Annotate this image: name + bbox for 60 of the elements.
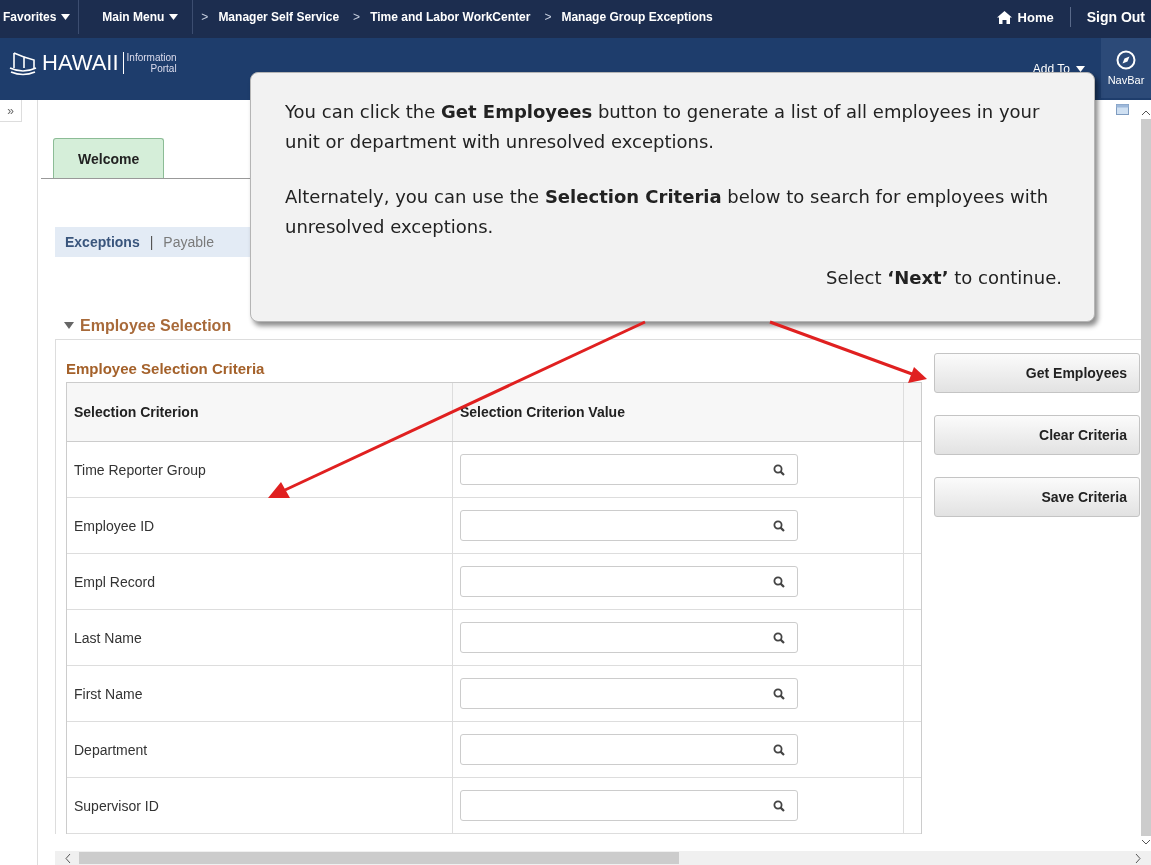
- search-icon: [773, 799, 785, 812]
- canoe-logo-icon: [8, 50, 38, 76]
- window-icon[interactable]: [1116, 104, 1129, 115]
- grid-title: Employee Selection Criteria: [66, 360, 266, 379]
- logo-subtitle: Information Portal: [122, 52, 177, 74]
- action-button[interactable]: Save Criteria: [934, 477, 1140, 517]
- breadcrumb-separator: >: [353, 10, 361, 24]
- section-header[interactable]: Employee Selection: [64, 317, 232, 335]
- menu-button[interactable]: Main Menu: [79, 0, 194, 34]
- scroll-up-icon: [1141, 110, 1150, 116]
- criterion-label: First Name: [67, 666, 453, 721]
- column-header: Selection Criterion: [67, 383, 453, 441]
- criterion-label: Department: [67, 722, 453, 777]
- caret-icon: [61, 14, 71, 20]
- criterion-label: Empl Record: [67, 554, 453, 609]
- search-icon: [773, 687, 785, 700]
- scroll-down-icon: [1141, 839, 1150, 845]
- callout-text: You can click the Get Employees button to generate a list of all employees in your unit or department with unresolved exceptions.: [285, 100, 1041, 154]
- lookup-field[interactable]: [460, 734, 798, 765]
- column-header: Selection Criterion Value: [453, 383, 904, 441]
- breadcrumb-link[interactable]: Manage Group Exceptions: [561, 10, 713, 24]
- horizontal-scrollbar[interactable]: [55, 851, 1151, 865]
- caret-icon: [169, 14, 179, 20]
- lookup-field[interactable]: [460, 678, 798, 709]
- breadcrumb-link[interactable]: Manager Self Service: [218, 10, 340, 24]
- search-icon: [773, 631, 785, 644]
- breadcrumb-separator: >: [201, 10, 209, 24]
- search-icon: [773, 743, 785, 756]
- tab[interactable]: Welcome: [53, 138, 165, 178]
- home-icon: [996, 10, 1012, 24]
- action-button[interactable]: Clear Criteria: [934, 415, 1140, 455]
- lookup-field[interactable]: [460, 622, 798, 653]
- lookup-field[interactable]: [460, 566, 798, 597]
- logo-text: HAWAII: [42, 50, 119, 76]
- action-button[interactable]: Get Employees: [934, 353, 1140, 393]
- compass-icon: [1116, 50, 1136, 70]
- navbar-button[interactable]: NavBar: [1101, 38, 1151, 98]
- link-separator: |: [149, 234, 154, 250]
- criterion-label: Last Name: [67, 610, 453, 665]
- breadcrumb-separator: >: [544, 10, 552, 24]
- search-icon: [773, 519, 785, 532]
- breadcrumb-link[interactable]: Time and Labor WorkCenter: [370, 10, 531, 24]
- lookup-field[interactable]: [460, 454, 798, 485]
- collapse-triangle-icon: [64, 322, 74, 330]
- vertical-scrollbar[interactable]: [1140, 110, 1151, 845]
- callout-text: Select ‘Next’ to continue.: [825, 266, 1062, 290]
- lookup-field[interactable]: [460, 510, 798, 541]
- sub-navigation-link[interactable]: Payable: [163, 234, 214, 250]
- criterion-label: Supervisor ID: [67, 778, 453, 833]
- scroll-right-icon: [1135, 853, 1141, 863]
- search-icon: [773, 575, 785, 588]
- menu-button[interactable]: Favorites: [0, 0, 80, 34]
- callout-text: Alternately, you can use the Selection Criteria below to search for employees with unresolved exceptions.: [285, 185, 1050, 239]
- lookup-field[interactable]: [460, 790, 798, 821]
- sub-navigation-link[interactable]: Exceptions: [65, 234, 140, 250]
- sign-out-link[interactable]: Sign Out: [1086, 9, 1145, 25]
- home-link[interactable]: Home: [996, 9, 1054, 25]
- scroll-left-icon: [65, 853, 71, 863]
- expand-sidebar-button[interactable]: »: [0, 100, 22, 122]
- search-icon: [773, 463, 785, 476]
